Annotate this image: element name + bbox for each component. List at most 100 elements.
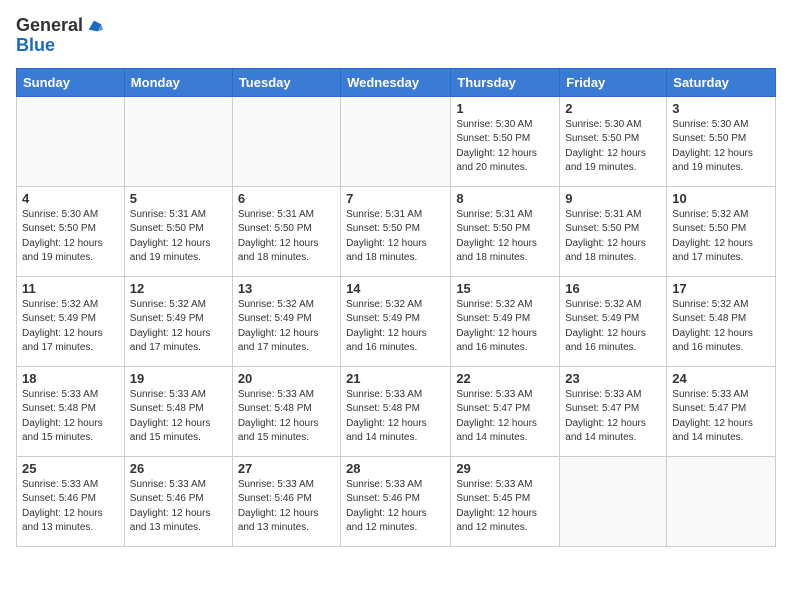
calendar-cell: 19Sunrise: 5:33 AM Sunset: 5:48 PM Dayli… bbox=[124, 366, 232, 456]
calendar-cell: 13 Sunrise: 5:32 AM Sunset: 5:49 PM Dayli… bbox=[232, 276, 340, 366]
calendar-cell: 29 Sunrise: 5:33 AM Sunset: 5:45 PM Dayli… bbox=[451, 456, 560, 546]
day-info: Sunrise: 5:32 AM Sunset: 5:49 PM Dayligh… bbox=[565, 298, 661, 356]
day-info: Sunrise: 5:32 AM Sunset: 5:49 PM Dayligh… bbox=[346, 298, 445, 356]
calendar-cell bbox=[124, 96, 232, 186]
day-of-week-header: Saturday bbox=[667, 68, 776, 96]
calendar-cell: 1 Sunrise: 5:30 AM Sunset: 5:50 PM Daylig… bbox=[451, 96, 560, 186]
day-info: Sunrise: 5:33 AM Sunset: 5:48 PM Dayligh… bbox=[22, 388, 119, 446]
day-info: Sunrise: 5:33 AM Sunset: 5:46 PM Dayligh… bbox=[22, 478, 119, 536]
day-number: 17 bbox=[672, 281, 770, 296]
calendar-cell: 7 Sunrise: 5:31 AM Sunset: 5:50 PM Daylig… bbox=[341, 186, 451, 276]
day-info: Sunrise: 5:33 AM Sunset: 5:47 PM Dayligh… bbox=[672, 388, 770, 446]
day-info: Sunrise: 5:31 AM Sunset: 5:50 PM Dayligh… bbox=[238, 208, 335, 266]
day-number: 1 bbox=[456, 101, 554, 116]
calendar-cell: 4 Sunrise: 5:30 AM Sunset: 5:50 PM Daylig… bbox=[17, 186, 125, 276]
day-info: Sunrise: 5:32 AM Sunset: 5:49 PM Dayligh… bbox=[130, 298, 227, 356]
day-number: 7 bbox=[346, 191, 445, 206]
day-number: 28 bbox=[346, 461, 445, 476]
day-number: 18 bbox=[22, 371, 119, 386]
day-info: Sunrise: 5:30 AM Sunset: 5:50 PM Dayligh… bbox=[22, 208, 119, 266]
day-info: Sunrise: 5:33 AM Sunset: 5:46 PM Dayligh… bbox=[346, 478, 445, 536]
calendar-cell: 12 Sunrise: 5:32 AM Sunset: 5:49 PM Dayli… bbox=[124, 276, 232, 366]
day-number: 25 bbox=[22, 461, 119, 476]
day-number: 5 bbox=[130, 191, 227, 206]
calendar-cell: 8 Sunrise: 5:31 AM Sunset: 5:50 PM Daylig… bbox=[451, 186, 560, 276]
day-info: Sunrise: 5:33 AM Sunset: 5:45 PM Dayligh… bbox=[456, 478, 554, 536]
day-number: 26 bbox=[130, 461, 227, 476]
day-of-week-header: Wednesday bbox=[341, 68, 451, 96]
day-of-week-header: Tuesday bbox=[232, 68, 340, 96]
calendar-cell: 14 Sunrise: 5:32 AM Sunset: 5:49 PM Dayli… bbox=[341, 276, 451, 366]
logo: General Blue bbox=[16, 16, 103, 56]
day-number: 2 bbox=[565, 101, 661, 116]
day-of-week-header: Sunday bbox=[17, 68, 125, 96]
day-number: 15 bbox=[456, 281, 554, 296]
day-info: Sunrise: 5:32 AM Sunset: 5:49 PM Dayligh… bbox=[456, 298, 554, 356]
calendar-cell: 22 Sunrise: 5:33 AM Sunset: 5:47 PM Dayli… bbox=[451, 366, 560, 456]
day-info: Sunrise: 5:33 AM Sunset: 5:48 PM Dayligh… bbox=[238, 388, 335, 446]
day-of-week-header: Monday bbox=[124, 68, 232, 96]
calendar-cell: 3 Sunrise: 5:30 AM Sunset: 5:50 PM Daylig… bbox=[667, 96, 776, 186]
day-info: Sunrise: 5:31 AM Sunset: 5:50 PM Dayligh… bbox=[130, 208, 227, 266]
day-number: 22 bbox=[456, 371, 554, 386]
day-number: 8 bbox=[456, 191, 554, 206]
day-number: 14 bbox=[346, 281, 445, 296]
day-of-week-header: Thursday bbox=[451, 68, 560, 96]
calendar-cell bbox=[232, 96, 340, 186]
day-info: Sunrise: 5:32 AM Sunset: 5:49 PM Dayligh… bbox=[22, 298, 119, 356]
calendar-cell bbox=[560, 456, 667, 546]
calendar-cell: 10Sunrise: 5:32 AM Sunset: 5:50 PM Dayli… bbox=[667, 186, 776, 276]
day-number: 3 bbox=[672, 101, 770, 116]
day-number: 24 bbox=[672, 371, 770, 386]
day-info: Sunrise: 5:32 AM Sunset: 5:48 PM Dayligh… bbox=[672, 298, 770, 356]
calendar-cell bbox=[341, 96, 451, 186]
day-info: Sunrise: 5:33 AM Sunset: 5:46 PM Dayligh… bbox=[238, 478, 335, 536]
calendar-cell: 26 Sunrise: 5:33 AM Sunset: 5:46 PM Dayli… bbox=[124, 456, 232, 546]
calendar-cell: 27 Sunrise: 5:33 AM Sunset: 5:46 PM Dayli… bbox=[232, 456, 340, 546]
day-number: 4 bbox=[22, 191, 119, 206]
logo-blue: Blue bbox=[16, 36, 103, 56]
day-info: Sunrise: 5:33 AM Sunset: 5:46 PM Dayligh… bbox=[130, 478, 227, 536]
calendar-cell: 18 Sunrise: 5:33 AM Sunset: 5:48 PM Dayli… bbox=[17, 366, 125, 456]
day-number: 21 bbox=[346, 371, 445, 386]
day-info: Sunrise: 5:30 AM Sunset: 5:50 PM Dayligh… bbox=[672, 118, 770, 176]
day-info: Sunrise: 5:31 AM Sunset: 5:50 PM Dayligh… bbox=[456, 208, 554, 266]
calendar-cell: 9 Sunrise: 5:31 AM Sunset: 5:50 PM Daylig… bbox=[560, 186, 667, 276]
calendar-cell: 25 Sunrise: 5:33 AM Sunset: 5:46 PM Dayli… bbox=[17, 456, 125, 546]
logo-general: General bbox=[16, 16, 83, 36]
calendar-cell: 23Sunrise: 5:33 AM Sunset: 5:47 PM Dayli… bbox=[560, 366, 667, 456]
calendar-cell: 20 Sunrise: 5:33 AM Sunset: 5:48 PM Dayli… bbox=[232, 366, 340, 456]
day-number: 11 bbox=[22, 281, 119, 296]
day-info: Sunrise: 5:31 AM Sunset: 5:50 PM Dayligh… bbox=[565, 208, 661, 266]
day-number: 13 bbox=[238, 281, 335, 296]
calendar-cell: 16 Sunrise: 5:32 AM Sunset: 5:49 PM Dayli… bbox=[560, 276, 667, 366]
day-number: 23 bbox=[565, 371, 661, 386]
day-number: 29 bbox=[456, 461, 554, 476]
calendar-cell: 11 Sunrise: 5:32 AM Sunset: 5:49 PM Dayli… bbox=[17, 276, 125, 366]
calendar-cell: 21 Sunrise: 5:33 AM Sunset: 5:48 PM Dayli… bbox=[341, 366, 451, 456]
calendar-table: SundayMondayTuesdayWednesdayThursdayFrid… bbox=[16, 68, 776, 547]
day-number: 12 bbox=[130, 281, 227, 296]
calendar-cell: 6Sunrise: 5:31 AM Sunset: 5:50 PM Daylig… bbox=[232, 186, 340, 276]
day-info: Sunrise: 5:32 AM Sunset: 5:49 PM Dayligh… bbox=[238, 298, 335, 356]
day-number: 16 bbox=[565, 281, 661, 296]
calendar-cell: 24 Sunrise: 5:33 AM Sunset: 5:47 PM Dayli… bbox=[667, 366, 776, 456]
day-info: Sunrise: 5:33 AM Sunset: 5:48 PM Dayligh… bbox=[130, 388, 227, 446]
day-info: Sunrise: 5:33 AM Sunset: 5:48 PM Dayligh… bbox=[346, 388, 445, 446]
calendar-cell: 15 Sunrise: 5:32 AM Sunset: 5:49 PM Dayli… bbox=[451, 276, 560, 366]
calendar-cell: 28 Sunrise: 5:33 AM Sunset: 5:46 PM Dayli… bbox=[341, 456, 451, 546]
logo-icon bbox=[85, 17, 103, 35]
calendar-cell: 2 Sunrise: 5:30 AM Sunset: 5:50 PM Daylig… bbox=[560, 96, 667, 186]
day-info: Sunrise: 5:30 AM Sunset: 5:50 PM Dayligh… bbox=[565, 118, 661, 176]
day-info: Sunrise: 5:33 AM Sunset: 5:47 PM Dayligh… bbox=[456, 388, 554, 446]
day-number: 20 bbox=[238, 371, 335, 386]
calendar-cell: 17 Sunrise: 5:32 AM Sunset: 5:48 PM Dayli… bbox=[667, 276, 776, 366]
day-number: 9 bbox=[565, 191, 661, 206]
day-info: Sunrise: 5:31 AM Sunset: 5:50 PM Dayligh… bbox=[346, 208, 445, 266]
calendar-cell bbox=[667, 456, 776, 546]
day-number: 27 bbox=[238, 461, 335, 476]
calendar-cell bbox=[17, 96, 125, 186]
day-info: Sunrise: 5:32 AM Sunset: 5:50 PM Dayligh… bbox=[672, 208, 770, 266]
day-info: Sunrise: 5:30 AM Sunset: 5:50 PM Dayligh… bbox=[456, 118, 554, 176]
calendar-cell: 5 Sunrise: 5:31 AM Sunset: 5:50 PM Daylig… bbox=[124, 186, 232, 276]
